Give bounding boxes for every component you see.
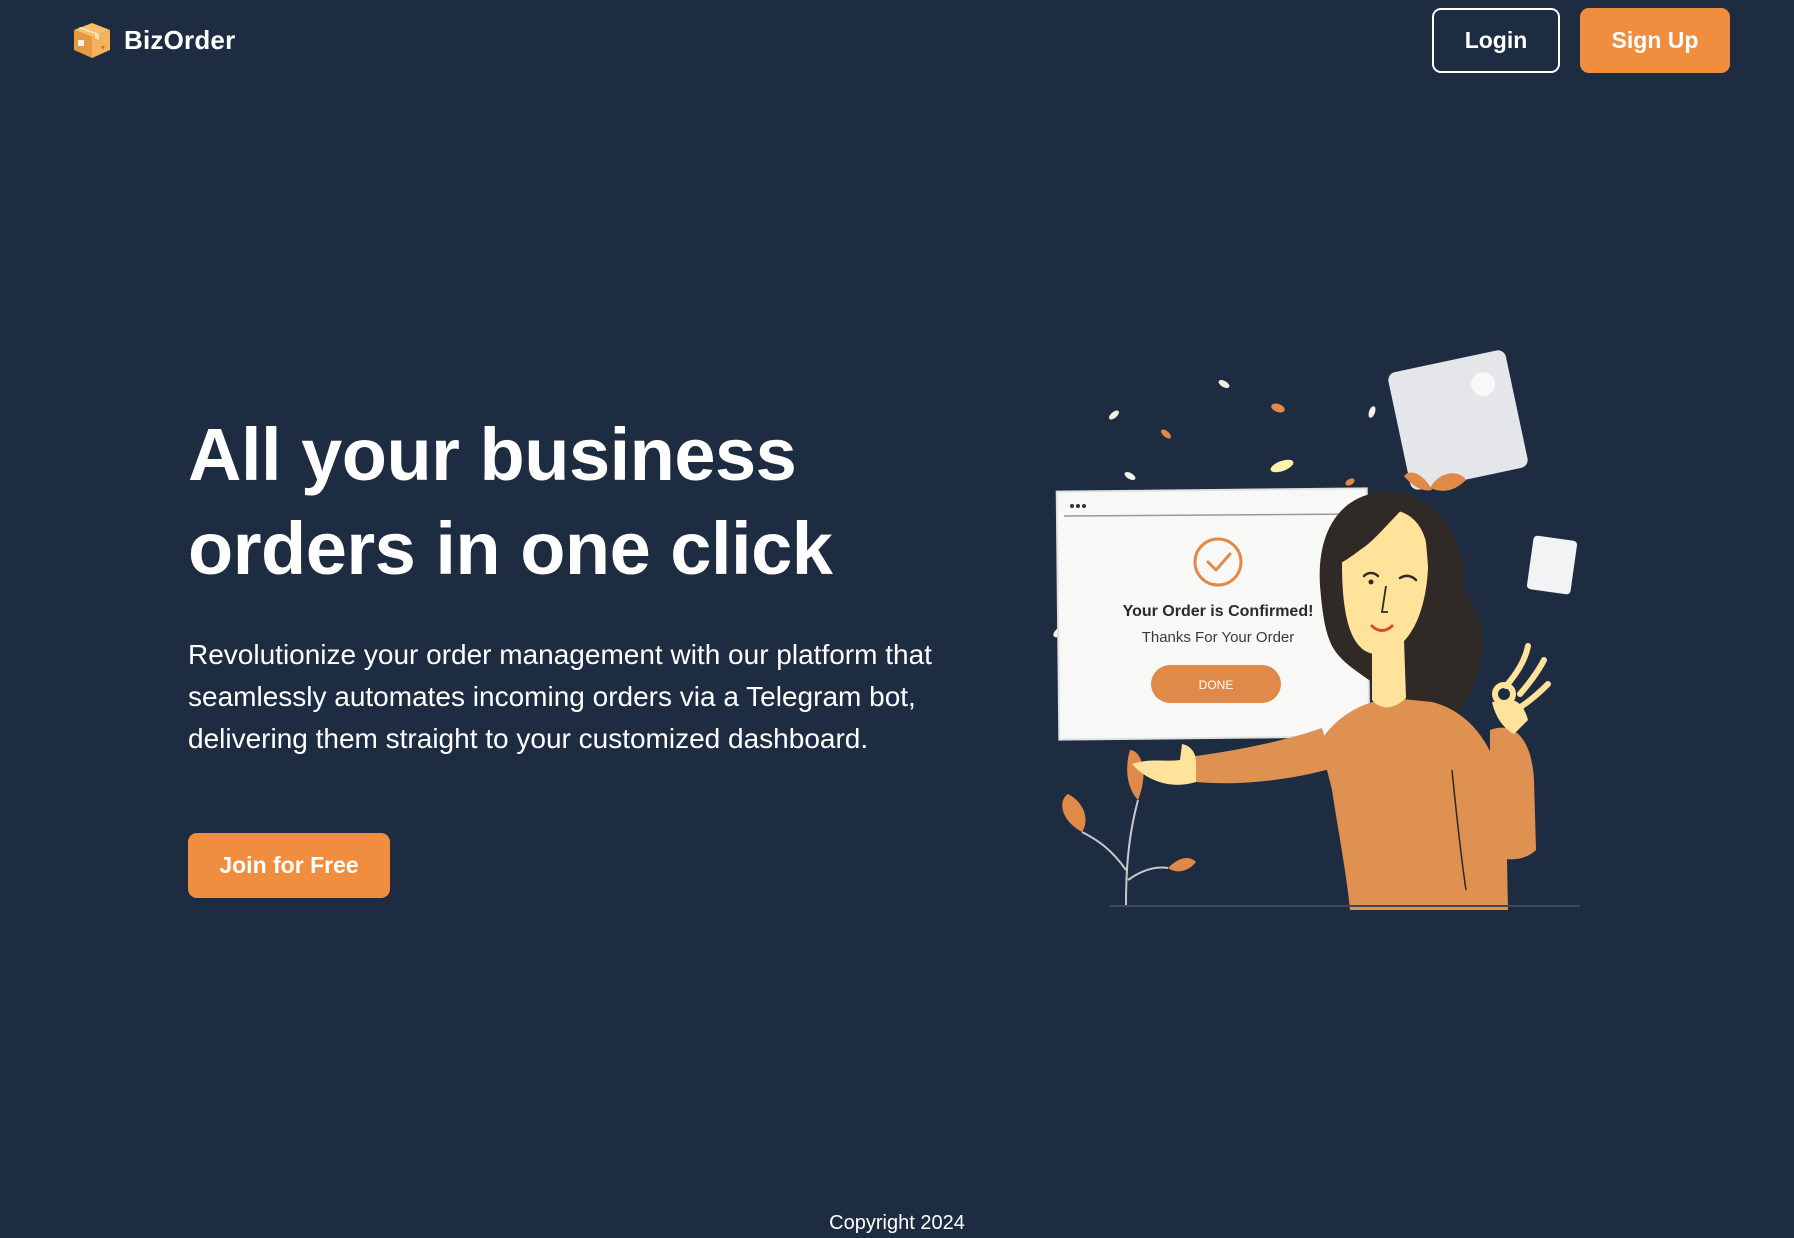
order-confirmed-illustration: Your Order is Confirmed! Thanks For Your… [1053,350,1580,910]
hero-description: Revolutionize your order management with… [188,639,932,754]
copyright-text: Copyright 2024 [829,1212,965,1234]
join-for-free-button[interactable]: Join for Free [188,833,390,898]
brand-name: BizOrder [124,24,236,55]
floating-paper [1526,535,1578,595]
card-title: Your Order is Confirmed! [1123,603,1314,620]
signup-button[interactable]: Sign Up [1580,8,1730,73]
card-done-button: DONE [1199,678,1234,692]
login-button[interactable]: Login [1432,8,1560,73]
hero-title: All your business orders in one click [188,408,988,596]
card-subtitle: Thanks For Your Order [1142,629,1295,646]
hero-title-line-1: All your business [188,413,797,496]
order-confirmed-card: Your Order is Confirmed! Thanks For Your… [1055,487,1371,741]
site-header: BizOrder Login Sign Up [0,0,1794,90]
brand[interactable]: BizOrder [70,18,235,62]
site-footer: Copyright 2024 [0,1212,1794,1235]
hero-title-line-2: orders in one click [188,507,833,590]
package-box-icon [74,23,110,58]
background-card [1388,350,1528,490]
